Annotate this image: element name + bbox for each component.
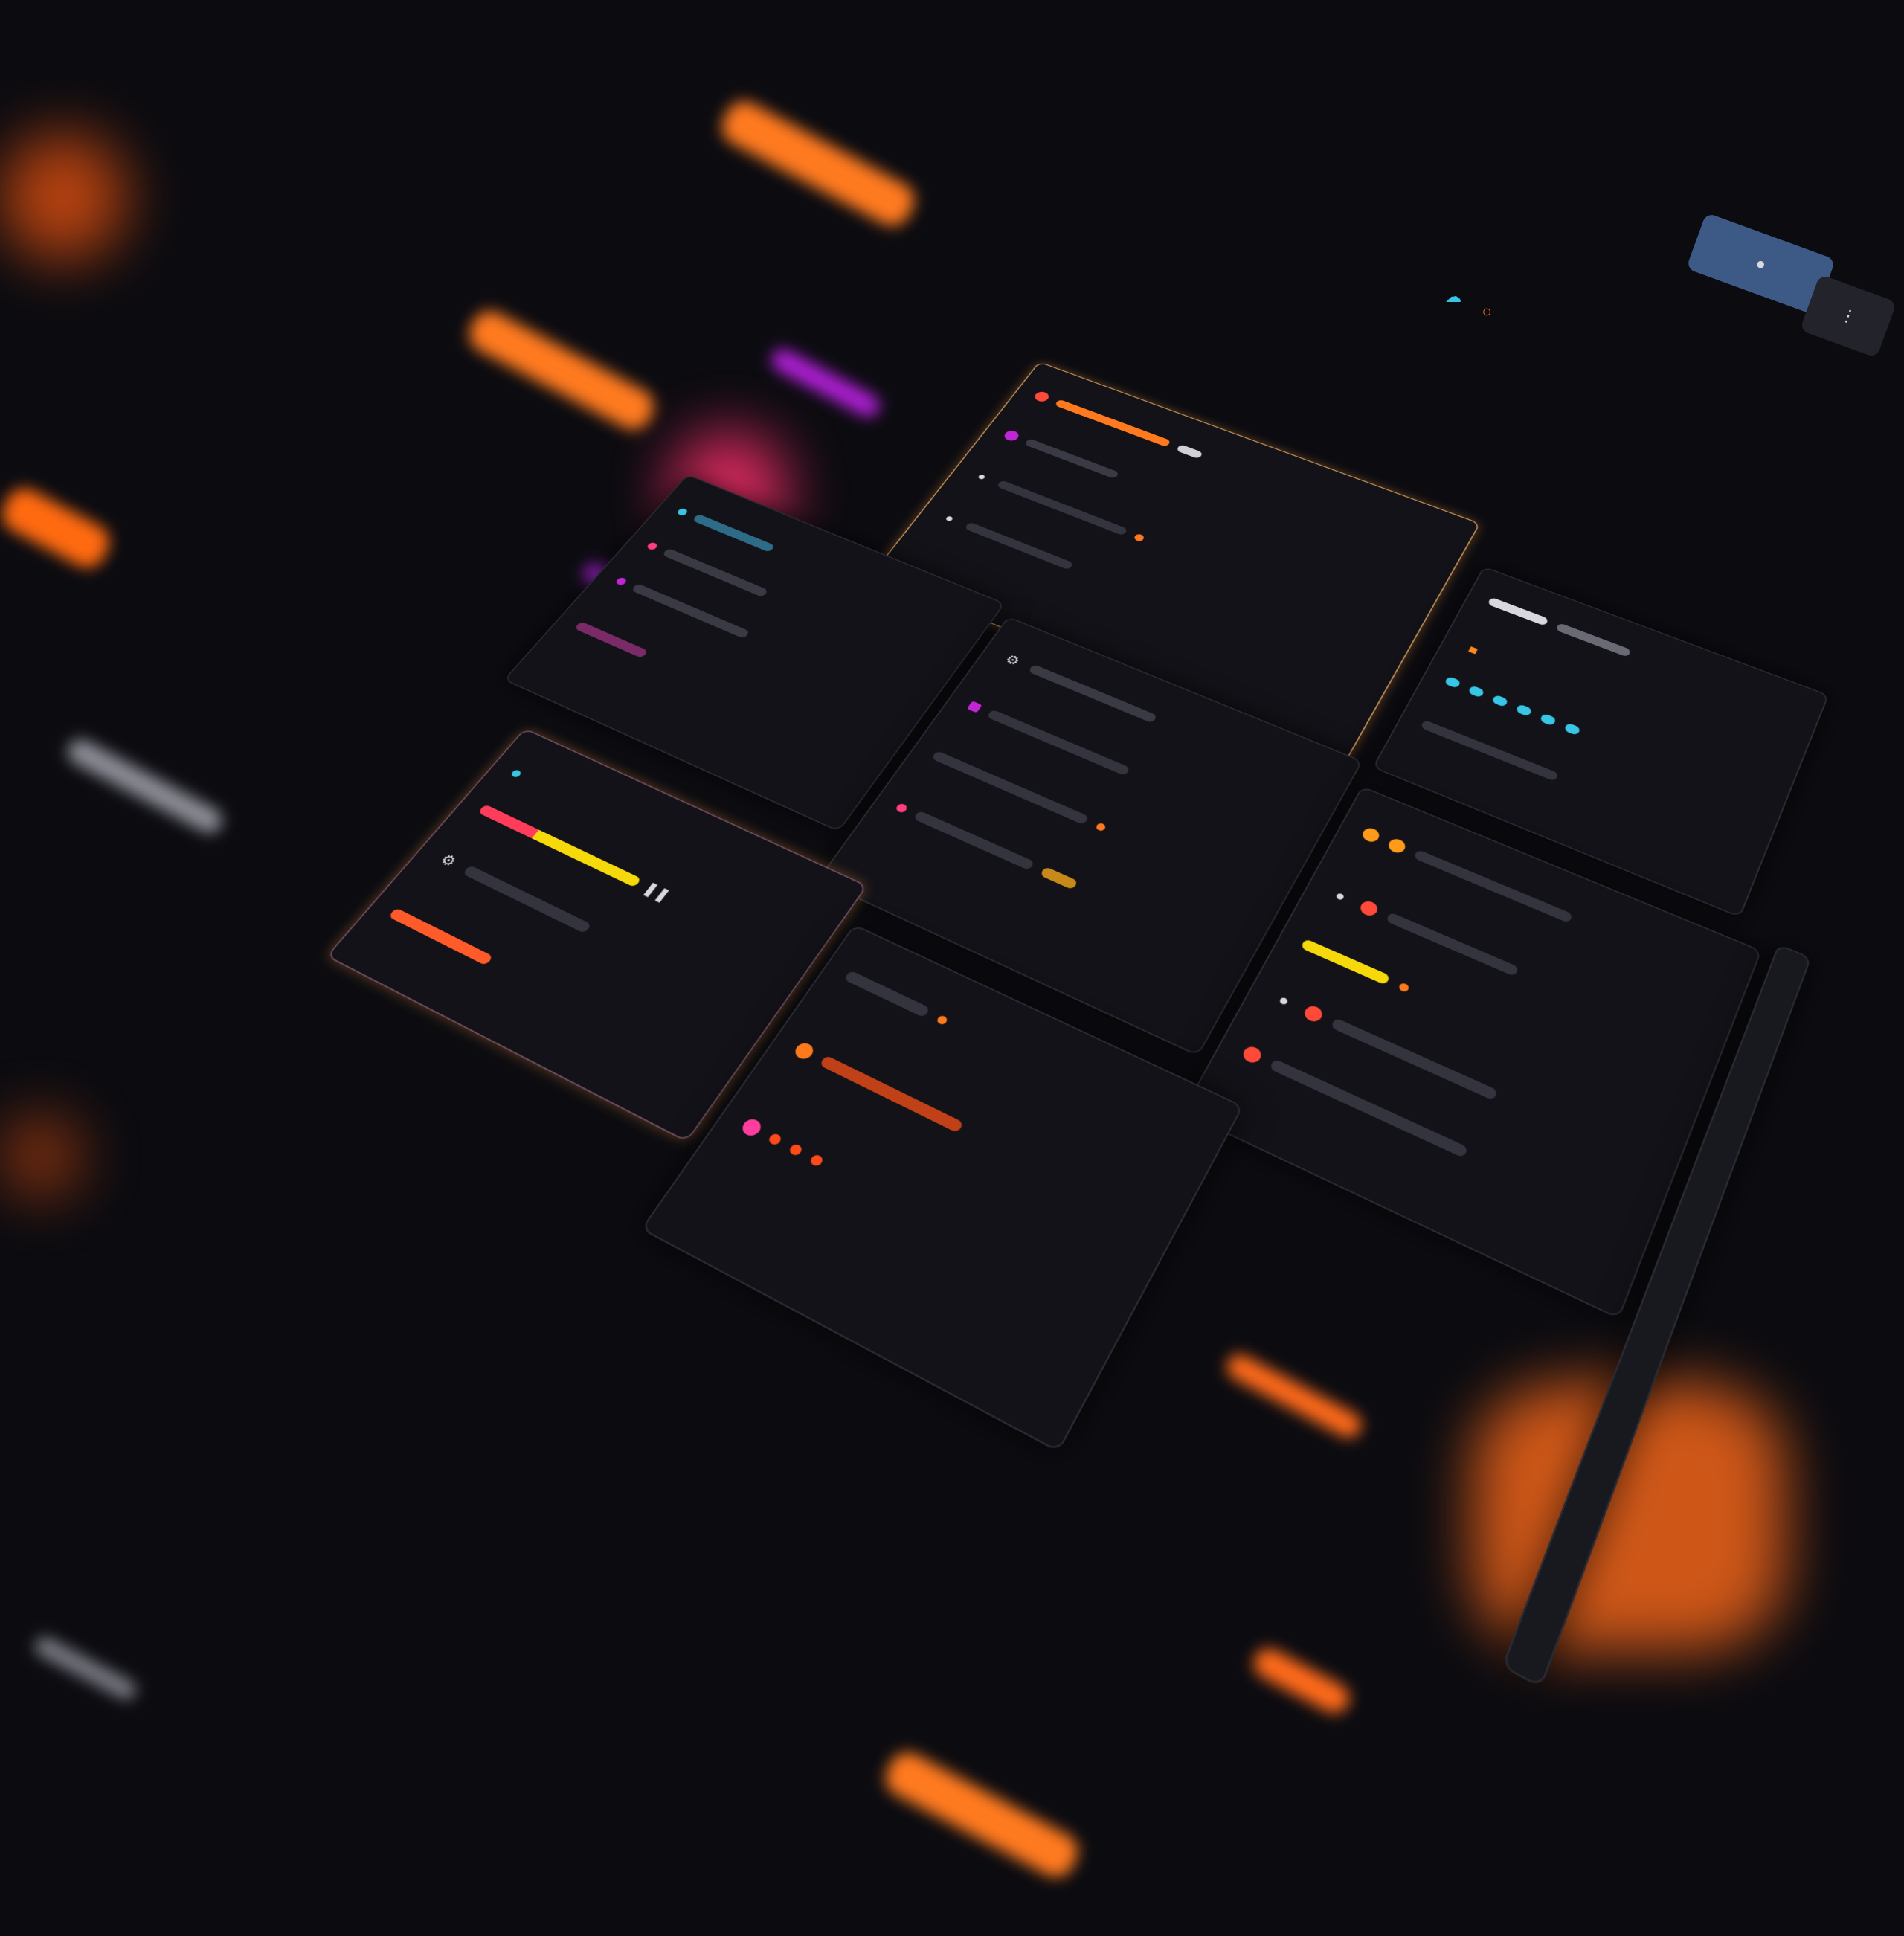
user-icon: ●: [942, 511, 958, 525]
user-icon: ●: [1332, 887, 1349, 905]
text-line: [1487, 596, 1549, 626]
status-dot: [676, 507, 689, 517]
text-line: [462, 864, 592, 934]
folder-icon: ■: [1465, 642, 1481, 657]
text-line: [996, 480, 1128, 536]
blur-bar-3: [0, 482, 116, 574]
bg-glow-orange-left: [0, 134, 126, 260]
bell-icon[interactable]: ○: [1476, 301, 1497, 322]
status-dot: [808, 1153, 825, 1168]
tag: [1039, 866, 1078, 890]
status-dot: [1386, 837, 1408, 855]
text-line: [964, 521, 1074, 570]
indicator: [1515, 704, 1533, 717]
indicator: [1491, 694, 1509, 708]
text-line: [1385, 912, 1519, 977]
progress-bar: [1300, 938, 1391, 985]
indicator: [1467, 685, 1485, 698]
status-dot: [791, 1041, 817, 1062]
blur-bar-7: [879, 1746, 1084, 1884]
user-icon: ●: [974, 469, 990, 483]
status-dot: [966, 701, 982, 713]
workspace-plane: ● ● ⚙ ■ ● ● ❚❚ ⚙: [45, 240, 1904, 1934]
status-dot: [1240, 1043, 1264, 1066]
status-dot: [509, 768, 523, 779]
status-dot: [894, 802, 909, 814]
menu-icon: ⋮: [1837, 304, 1859, 328]
status-dot: [614, 576, 628, 586]
text-line: [913, 810, 1035, 871]
status-dot: [1357, 898, 1380, 919]
pill: [1175, 444, 1203, 460]
status-dot: [739, 1116, 765, 1139]
status-dot: [646, 541, 659, 551]
text-line: [986, 709, 1130, 776]
status-dot: [1095, 822, 1107, 832]
status-dot: [1002, 428, 1021, 443]
indicator: [1563, 722, 1581, 736]
status-dot: [788, 1142, 804, 1157]
blur-bar-6: [63, 735, 227, 837]
settings-icon: ⚙: [1002, 652, 1023, 669]
status-dot: [767, 1132, 783, 1147]
text-line: [1413, 849, 1574, 924]
cloud-icon[interactable]: ☁: [1443, 286, 1464, 307]
progress-bar: [1054, 399, 1171, 448]
blur-bar-10: [31, 1633, 140, 1703]
blur-bar-2: [463, 304, 660, 437]
settings-icon: ⚙: [437, 850, 460, 870]
text-line: [1023, 438, 1120, 480]
pause-icon[interactable]: ❚❚: [640, 879, 674, 904]
text-line: [387, 907, 494, 966]
blur-bar-1: [715, 94, 921, 233]
list-item[interactable]: [732, 1105, 1116, 1327]
text-line: [843, 970, 930, 1018]
user-icon: ●: [1275, 991, 1293, 1010]
text-line: [692, 513, 776, 553]
indicator: [1444, 675, 1461, 689]
status-dot: [1302, 1003, 1325, 1024]
status-dot: [1360, 826, 1382, 844]
status-dot: [936, 1014, 949, 1026]
status-dot: [1398, 982, 1410, 994]
indicator: [1539, 713, 1557, 727]
text-line: [819, 1055, 965, 1133]
status-dot: [1133, 533, 1146, 543]
text-line: [573, 621, 649, 659]
list-item[interactable]: [785, 1030, 1162, 1241]
status-dot: [1032, 390, 1052, 404]
lock-icon: ●: [1753, 253, 1769, 274]
text-line: [1555, 623, 1632, 657]
text-line: [1028, 663, 1158, 724]
